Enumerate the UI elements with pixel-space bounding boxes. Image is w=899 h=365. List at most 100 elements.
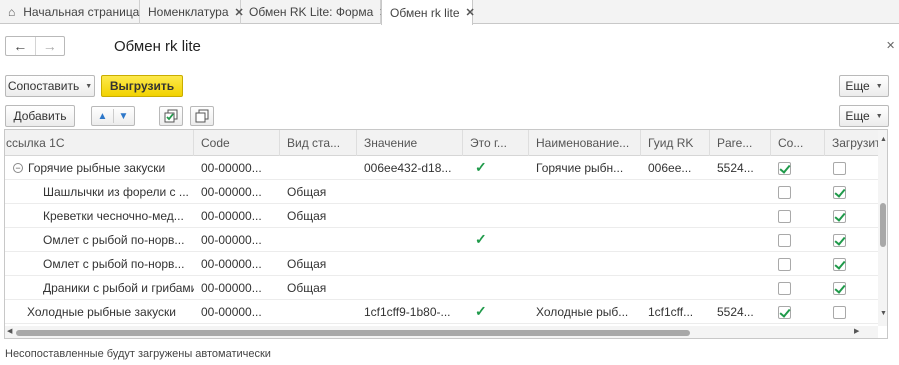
table-row[interactable]: Драники с рыбой и грибами 00-00000... Обща… [5, 276, 878, 300]
scroll-left-icon[interactable]: ◀ [7, 327, 12, 335]
footer-note: Несопоставленные будут загружены автомат… [5, 348, 271, 360]
table-header: ссылка 1С Code Вид ста... Значение Это г… [5, 130, 887, 156]
column-header-link[interactable]: ссылка 1С [5, 130, 194, 156]
cell-naimenovanie-text: Горячие рыбн... [536, 161, 624, 175]
tab-exchange-rk-lite[interactable]: Обмен rk lite ✕ [381, 0, 475, 25]
load-checkbox[interactable] [833, 306, 846, 319]
matched-checkbox[interactable] [778, 306, 791, 319]
cell-name: Креветки чесночно-мед... [5, 204, 194, 228]
table-row[interactable]: − Горячие рыбные закуски 00-00000... 006ee4… [5, 156, 878, 180]
tab-label: Начальная страница [23, 5, 140, 19]
matched-checkbox[interactable] [778, 234, 791, 247]
arrow-down-icon[interactable]: ▼ [114, 111, 134, 122]
cell-parent: 5524... [710, 300, 771, 324]
column-header-so[interactable]: Со... [771, 130, 825, 156]
matched-checkbox[interactable] [778, 282, 791, 295]
compare-label: Сопоставить [7, 79, 80, 93]
cell-vid-text: Общая [287, 209, 327, 223]
cell-code: 00-00000... [194, 228, 280, 252]
cell-guid [641, 276, 710, 300]
tab-nomenclature[interactable]: Номенклатура ✕ [140, 0, 244, 24]
page-title: Обмен rk lite [114, 38, 201, 55]
cell-value [357, 228, 463, 252]
scroll-down-icon[interactable]: ▼ [880, 310, 887, 317]
cell-name-text: Креветки чесночно-мед... [43, 209, 184, 223]
matched-checkbox[interactable] [778, 162, 791, 175]
cell-code: 00-00000... [194, 300, 280, 324]
copy-icon [195, 109, 209, 123]
load-checkbox[interactable] [833, 258, 846, 271]
deselect-all-button[interactable] [190, 106, 214, 126]
matched-checkbox[interactable] [778, 186, 791, 199]
cell-parent [710, 204, 771, 228]
cell-vid-text: Общая [287, 281, 327, 295]
table-row[interactable]: Омлет с рыбой по-норв... 00-00000... Общая [5, 252, 878, 276]
cell-name: − Горячие рыбные закуски [5, 156, 194, 180]
move-buttons: ▲ ▼ [91, 106, 135, 126]
cell-code-text: 00-00000... [201, 161, 262, 175]
load-checkbox[interactable] [833, 210, 846, 223]
column-header-guid[interactable]: Гуид RK [641, 130, 710, 156]
vertical-scrollbar[interactable]: ▲ ▼ [878, 130, 887, 326]
cell-parent: 5524... [710, 156, 771, 180]
column-header-name[interactable]: Наименование... [529, 130, 641, 156]
cell-vid-text: Общая [287, 257, 327, 271]
column-header-load[interactable]: Загрузит [825, 130, 881, 156]
scroll-up-icon[interactable]: ▲ [880, 136, 887, 143]
close-form-icon[interactable]: ✕ [886, 39, 895, 52]
cell-naimenovanie: Горячие рыбн... [529, 156, 641, 180]
column-header-parent[interactable]: Pare... [710, 130, 771, 156]
upload-button[interactable]: Выгрузить [101, 75, 183, 97]
cell-name-text: Омлет с рыбой по-норв... [43, 233, 185, 247]
tab-label: Обмен rk lite [390, 5, 460, 20]
more-button[interactable]: Еще ▼ [839, 75, 889, 97]
tab-exchange-form[interactable]: Обмен RK Lite: Форма ✕ [241, 0, 388, 24]
tab-home[interactable]: ⌂ Начальная страница [0, 0, 140, 24]
add-button[interactable]: Добавить [5, 105, 75, 127]
checkmark-icon: ✓ [475, 159, 487, 175]
cell-parent-text: 5524... [717, 305, 754, 319]
cell-code-text: 00-00000... [201, 209, 262, 223]
cell-name-text: Драники с рыбой и грибами [43, 281, 194, 295]
matched-checkbox[interactable] [778, 210, 791, 223]
table-row[interactable]: Креветки чесночно-мед... 00-00000... Общая [5, 204, 878, 228]
cell-code-text: 00-00000... [201, 305, 262, 319]
scroll-thumb[interactable] [16, 330, 690, 336]
table-row[interactable]: Холодные рыбные закуски 00-00000... 1cf1cf… [5, 300, 878, 324]
compare-button[interactable]: Сопоставить ▼ [5, 75, 95, 97]
cell-value: 006ee432-d18... [357, 156, 463, 180]
cell-code: 00-00000... [194, 156, 280, 180]
cell-vid-text: Общая [287, 185, 327, 199]
check-list-icon [164, 109, 178, 123]
load-checkbox[interactable] [833, 282, 846, 295]
close-icon[interactable]: ✕ [466, 6, 475, 19]
arrow-up-icon[interactable]: ▲ [93, 111, 113, 122]
cell-guid-text: 1cf1cff... [648, 305, 694, 319]
column-header-vid[interactable]: Вид ста... [280, 130, 357, 156]
horizontal-scrollbar[interactable]: ◀ ▶ [5, 326, 878, 338]
cell-value-text: 006ee432-d18... [364, 161, 452, 175]
select-all-button[interactable] [159, 106, 183, 126]
collapse-icon[interactable]: − [13, 162, 23, 173]
column-header-is-group[interactable]: Это г... [463, 130, 529, 156]
forward-button[interactable]: → [34, 37, 65, 55]
arrow-left-icon: ← [13, 38, 28, 54]
column-header-value[interactable]: Значение [357, 130, 463, 156]
navigation-buttons: ← → [5, 36, 65, 56]
column-header-code[interactable]: Code [194, 130, 280, 156]
load-checkbox[interactable] [833, 162, 846, 175]
table-row[interactable]: Омлет с рыбой по-норв... 00-00000... ✓ [5, 228, 878, 252]
cell-vid: Общая [280, 180, 357, 204]
cell-value: 1cf1cff9-1b80-... [357, 300, 463, 324]
cell-name-text: Омлет с рыбой по-норв... [43, 257, 185, 271]
load-checkbox[interactable] [833, 186, 846, 199]
table-row[interactable]: Шашлычки из форели с ... 00-00000... Общая [5, 180, 878, 204]
load-checkbox[interactable] [833, 234, 846, 247]
scroll-right-icon[interactable]: ▶ [854, 327, 859, 335]
back-button[interactable]: ← [6, 37, 35, 55]
matched-checkbox[interactable] [778, 258, 791, 271]
cell-guid [641, 180, 710, 204]
cell-code: 00-00000... [194, 180, 280, 204]
more-button-2[interactable]: Еще ▼ [839, 105, 889, 127]
scroll-thumb[interactable] [880, 203, 886, 247]
